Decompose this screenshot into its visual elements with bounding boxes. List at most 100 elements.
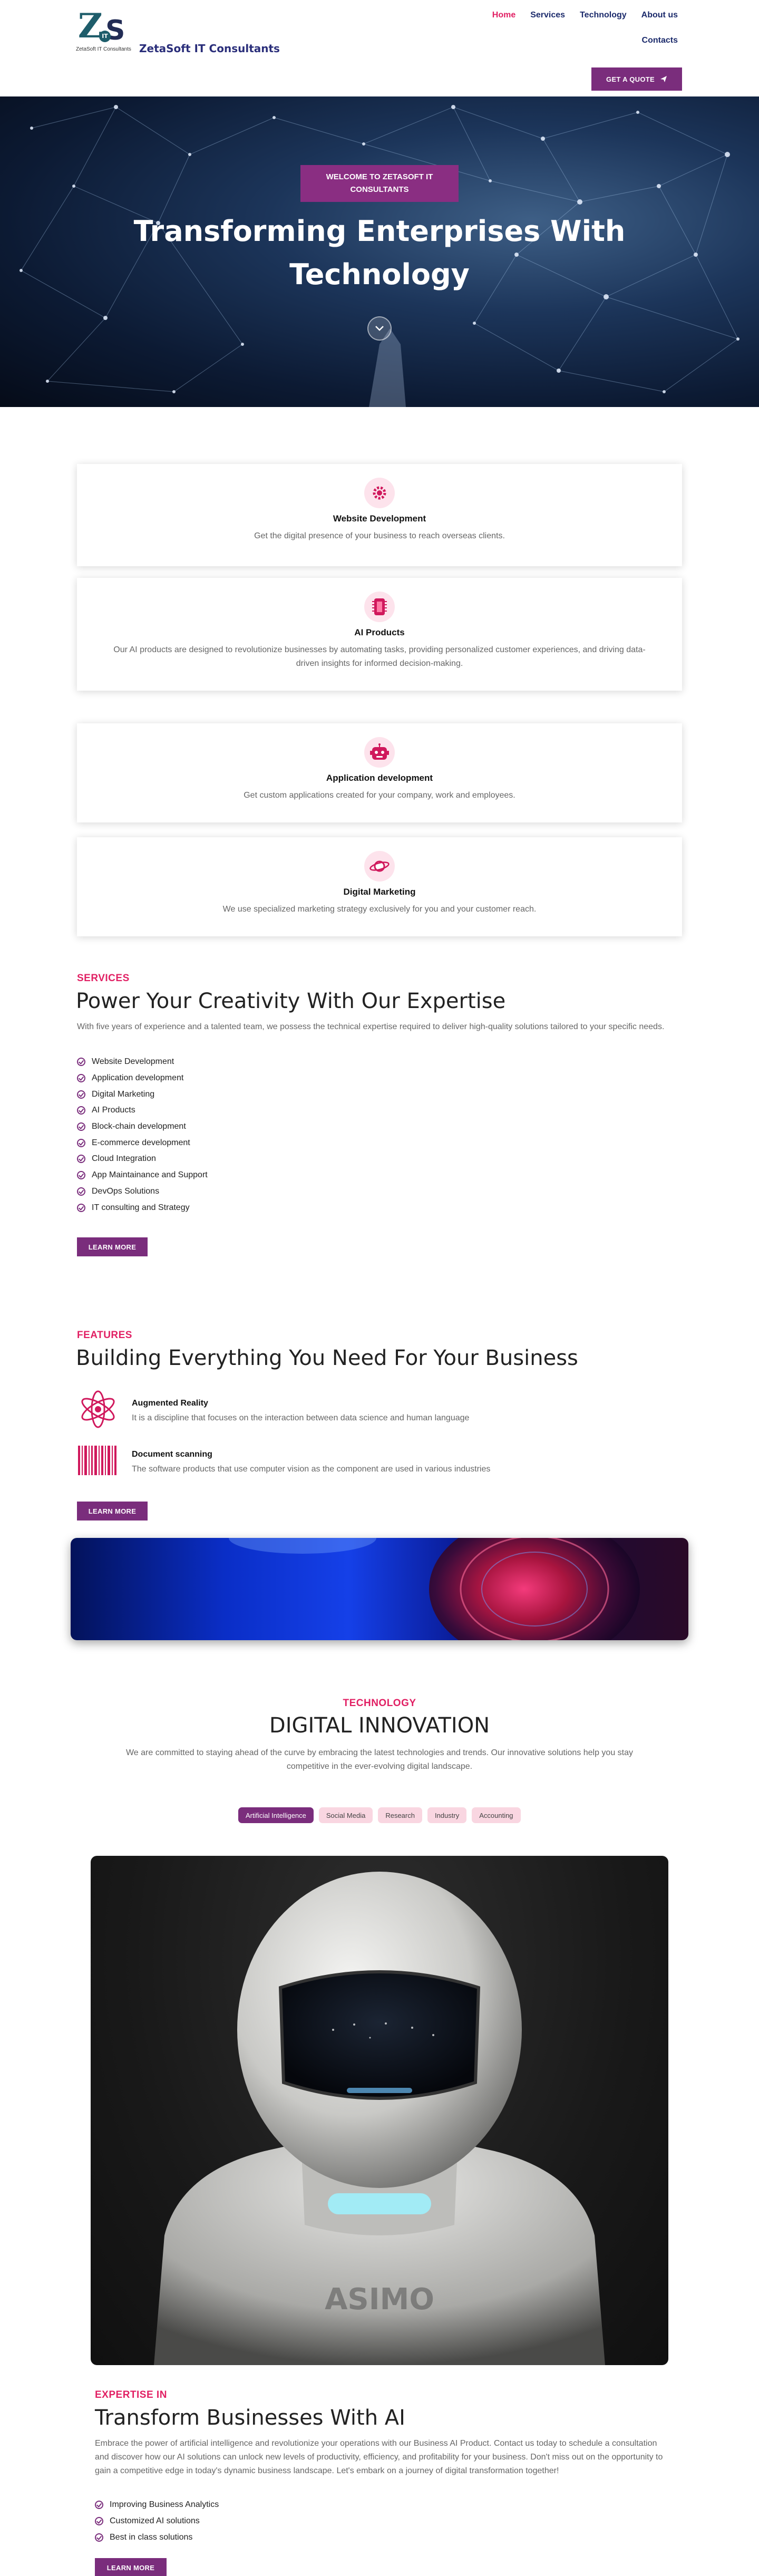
- check-circle-icon: [95, 2501, 103, 2510]
- check-circle-icon: [77, 1187, 85, 1196]
- list-item-label: Digital Marketing: [92, 1089, 155, 1099]
- check-circle-icon: [77, 1122, 85, 1131]
- list-item: Digital Marketing: [77, 1086, 208, 1102]
- feature-description: It is a discipline that focuses on the i…: [132, 1413, 470, 1422]
- service-card-digital-marketing[interactable]: Digital Marketing We use specialized mar…: [77, 837, 682, 936]
- card-description: Get the digital presence of your busines…: [254, 531, 505, 540]
- welcome-badge: WELCOME TO ZETASOFT IT CONSULTANTS: [300, 165, 459, 202]
- technology-eyebrow: TECHNOLOGY: [343, 1698, 416, 1709]
- list-item: IT consulting and Strategy: [77, 1199, 208, 1216]
- feature-description: The software products that use computer …: [132, 1465, 491, 1474]
- list-item-label: Best in class solutions: [110, 2532, 193, 2542]
- services-eyebrow: SERVICES: [77, 973, 130, 984]
- check-circle-icon: [77, 1155, 85, 1164]
- list-item-label: Customized AI solutions: [110, 2516, 200, 2526]
- get-a-quote-label: GET A QUOTE: [606, 75, 655, 83]
- technology-tabs: Artificial Intelligence Social Media Res…: [238, 1807, 521, 1823]
- robot-icon: [364, 737, 395, 768]
- feature-document-scanning: Document scanning The software products …: [77, 1439, 551, 1481]
- service-card-website[interactable]: Website Development Get the digital pres…: [77, 464, 682, 566]
- logo-it-badge: IT: [99, 31, 111, 42]
- tab-social-media[interactable]: Social Media: [318, 1807, 373, 1823]
- card-description: Get custom applications created for your…: [244, 791, 515, 800]
- list-item: Application development: [77, 1070, 208, 1087]
- card-description: Our AI products are designed to revoluti…: [113, 645, 646, 668]
- list-item: Website Development: [77, 1054, 208, 1070]
- atom-icon: [81, 1390, 115, 1428]
- check-circle-icon: [77, 1058, 85, 1067]
- tab-research[interactable]: Research: [378, 1807, 422, 1823]
- robot-chest-label: ASIMO: [325, 2282, 434, 2317]
- check-circle-icon: [77, 1074, 85, 1083]
- list-item-label: DevOps Solutions: [92, 1186, 160, 1196]
- service-card-ai-products[interactable]: AI Products Our AI products are designed…: [77, 578, 682, 691]
- welcome-badge-line1: WELCOME TO ZETASOFT IT: [326, 172, 433, 181]
- hero-banner: WELCOME TO ZETASOFT IT CONSULTANTS Trans…: [0, 96, 759, 407]
- expertise-learn-more-button[interactable]: LEARN MORE: [95, 2558, 167, 2576]
- list-item-label: Cloud Integration: [92, 1154, 156, 1164]
- tab-accounting[interactable]: Accounting: [472, 1807, 521, 1823]
- card-title: Application development: [326, 773, 433, 783]
- nav-contacts[interactable]: Contacts: [642, 36, 678, 45]
- list-item: Block-chain development: [77, 1119, 208, 1135]
- hero-title-line2: Technology: [289, 258, 470, 291]
- list-item-label: Block-chain development: [92, 1122, 186, 1131]
- services-learn-more-button[interactable]: LEARN MORE: [77, 1237, 148, 1256]
- features-learn-more-button[interactable]: LEARN MORE: [77, 1502, 148, 1521]
- nav-home[interactable]: Home: [492, 11, 515, 20]
- list-item: Customized AI solutions: [95, 2513, 219, 2530]
- expertise-list: Improving Business Analytics Customized …: [95, 2497, 219, 2545]
- list-item-label: IT consulting and Strategy: [92, 1203, 190, 1212]
- feature-augmented-reality: Augmented Reality It is a discipline tha…: [77, 1388, 551, 1430]
- card-description: We use specialized marketing strategy ex…: [222, 905, 537, 914]
- tab-artificial-intelligence[interactable]: Artificial Intelligence: [238, 1807, 314, 1823]
- hero-title: Transforming Enterprises With Technology: [116, 210, 643, 296]
- expertise-eyebrow: EXPERTISE IN: [95, 2389, 167, 2400]
- services-list: Website Development Application developm…: [77, 1054, 208, 1216]
- list-item: Cloud Integration: [77, 1151, 208, 1167]
- nav-about-us[interactable]: About us: [641, 11, 678, 20]
- technology-intro: We are committed to staying ahead of the…: [90, 1746, 669, 1774]
- service-card-app-development[interactable]: Application development Get custom appli…: [77, 723, 682, 822]
- logo-subtitle: ZetaSoft IT Consultants: [76, 46, 131, 52]
- expertise-intro: Embrace the power of artificial intellig…: [95, 2439, 663, 2475]
- site-header: Z S IT ZetaSoft IT Consultants ZetaSoft …: [0, 0, 759, 96]
- expertise-heading: Transform Businesses With AI: [95, 2406, 405, 2430]
- main-nav: Home Services Technology About us: [492, 11, 678, 20]
- feature-title: Document scanning: [132, 1450, 212, 1459]
- list-item: AI Products: [77, 1102, 208, 1119]
- list-item-label: E-commerce development: [92, 1138, 190, 1147]
- technology-intro-line2: competitive in the ever-evolving digital…: [286, 1762, 473, 1771]
- technology-heading: DIGITAL INNOVATION: [269, 1713, 490, 1738]
- list-item: App Maintainance and Support: [77, 1167, 208, 1184]
- list-item: Improving Business Analytics: [95, 2497, 219, 2513]
- check-circle-icon: [95, 2517, 103, 2526]
- brand-name: ZetaSoft IT Consultants: [139, 42, 280, 55]
- tab-industry[interactable]: Industry: [427, 1807, 467, 1823]
- robot-illustration: ASIMO: [154, 1872, 605, 2365]
- nav-technology[interactable]: Technology: [580, 11, 627, 20]
- site-logo[interactable]: Z S IT ZetaSoft IT Consultants ZetaSoft …: [76, 9, 280, 55]
- check-circle-icon: [77, 1090, 85, 1099]
- scroll-down-button[interactable]: [367, 316, 392, 341]
- nav-services[interactable]: Services: [530, 11, 565, 20]
- check-circle-icon: [95, 2533, 103, 2542]
- logo-mark: Z S IT ZetaSoft IT Consultants: [76, 9, 134, 55]
- list-item: E-commerce development: [77, 1135, 208, 1151]
- robot-image: ASIMO: [91, 1856, 668, 2365]
- paper-plane-icon: [660, 76, 667, 82]
- card-title: Digital Marketing: [343, 887, 416, 897]
- feature-title: Augmented Reality: [132, 1399, 208, 1408]
- list-item-label: Website Development: [92, 1057, 174, 1067]
- hero-title-line1: Transforming Enterprises With: [133, 215, 626, 248]
- get-a-quote-button[interactable]: GET A QUOTE: [591, 67, 682, 91]
- list-item-label: App Maintainance and Support: [92, 1170, 208, 1180]
- tech-banner-image: [71, 1538, 688, 1640]
- list-item-label: AI Products: [92, 1106, 135, 1115]
- check-circle-icon: [77, 1171, 85, 1180]
- services-heading: Power Your Creativity With Our Expertise: [76, 989, 506, 1013]
- list-item-label: Improving Business Analytics: [110, 2500, 219, 2510]
- card-title: Website Development: [333, 514, 426, 524]
- services-intro: With five years of experience and a tale…: [77, 1022, 665, 1031]
- gear-icon: [364, 478, 395, 508]
